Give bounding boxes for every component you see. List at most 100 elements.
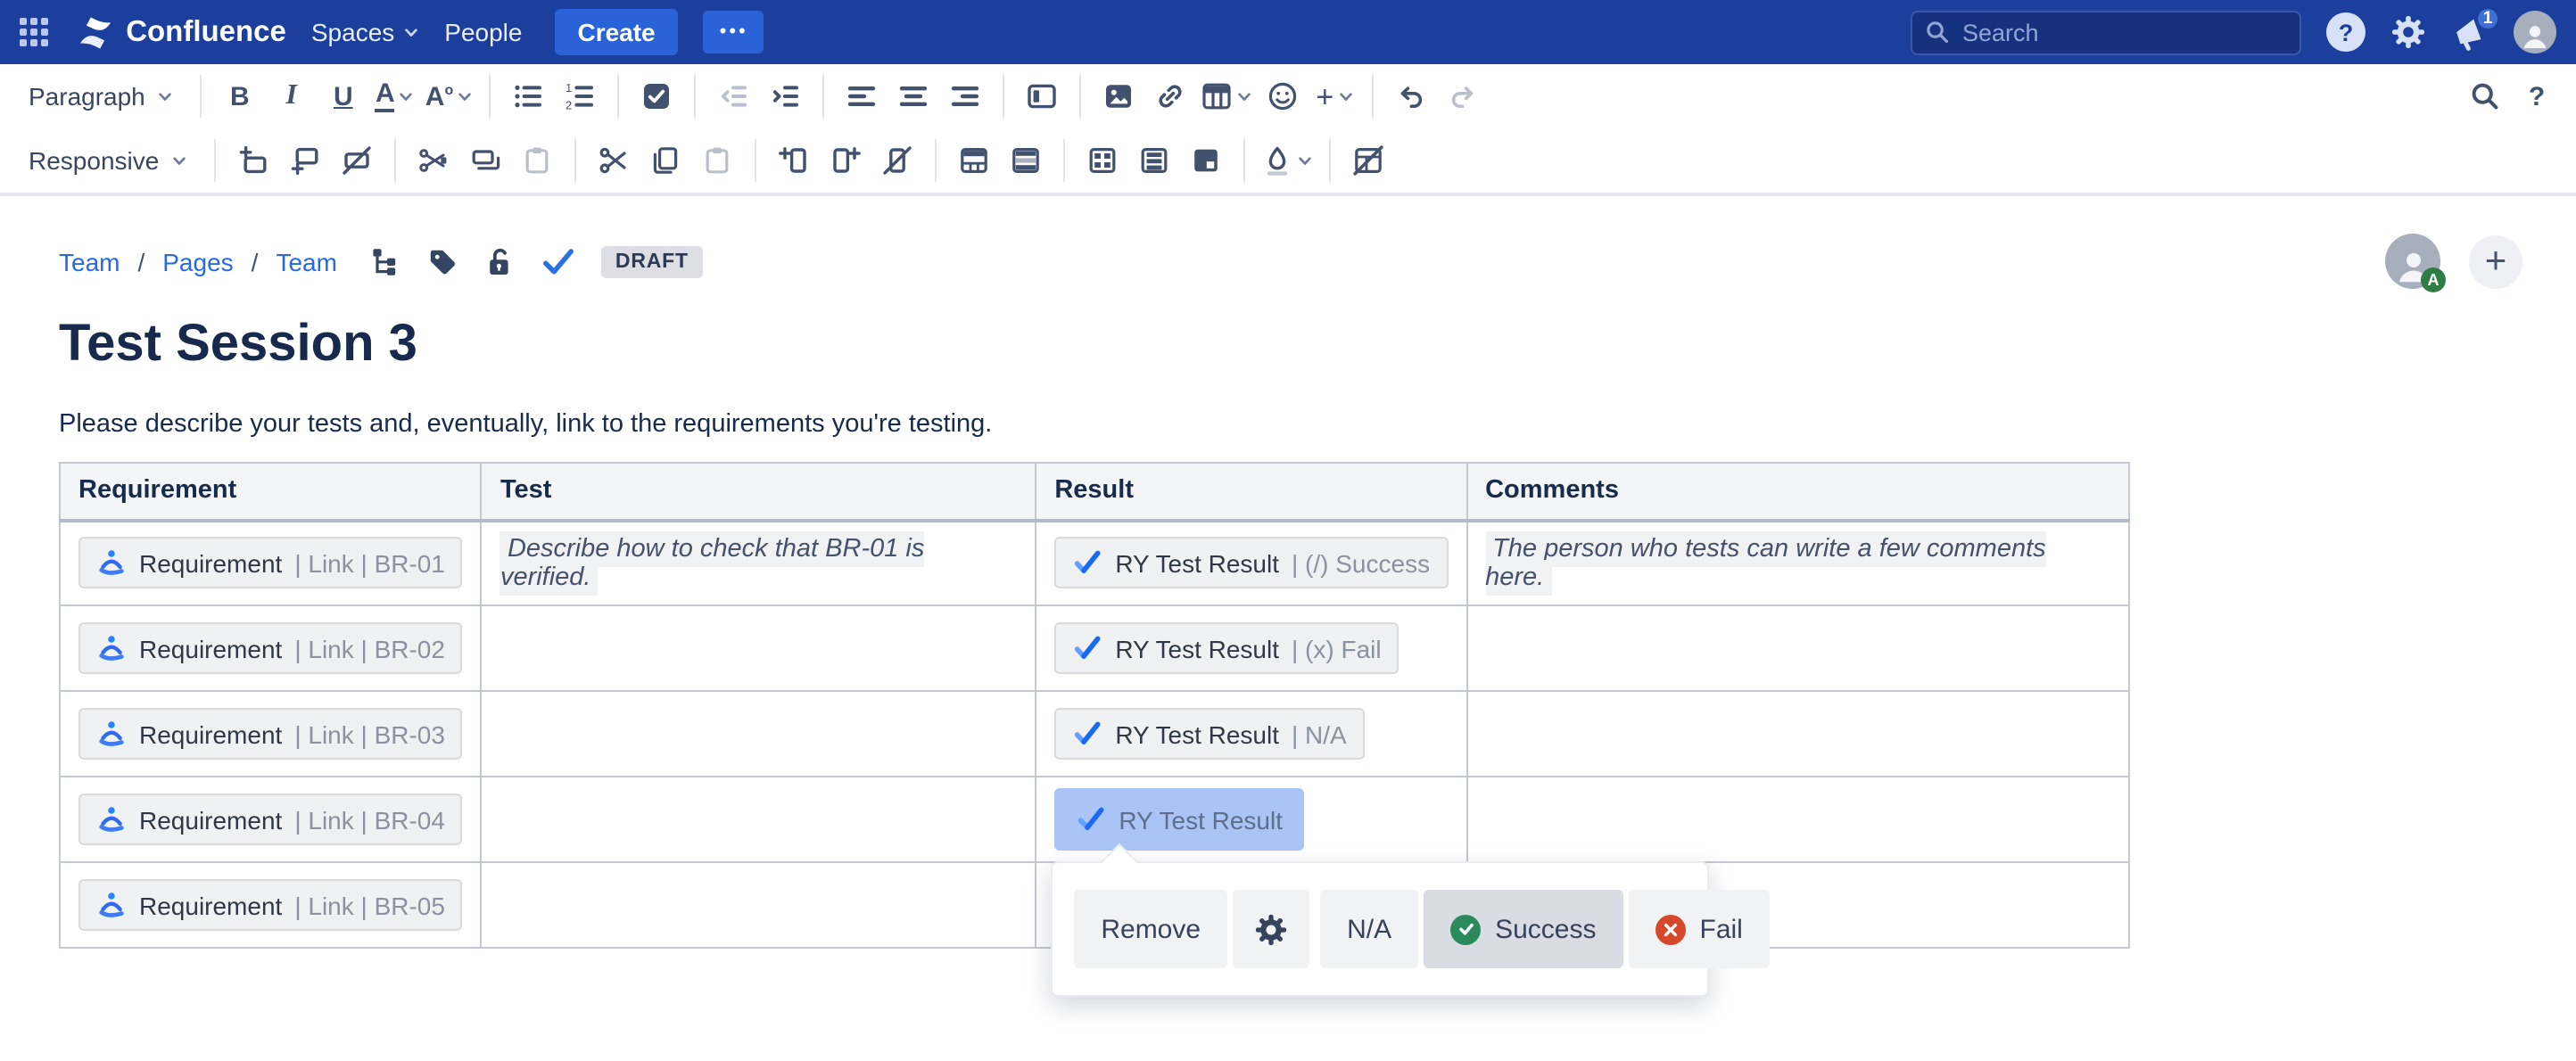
bullet-list-icon[interactable] — [503, 73, 553, 119]
test-placeholder-text[interactable]: Describe how to check that BR-01 is veri… — [500, 531, 924, 596]
add-row-above-icon[interactable] — [228, 137, 278, 184]
test-cell[interactable] — [482, 777, 1036, 862]
cell-options-icon[interactable] — [1181, 137, 1231, 184]
requirement-cell[interactable]: Requirement| Link | BR-02 — [60, 605, 482, 691]
text-color-icon[interactable]: A — [370, 73, 420, 119]
comments-placeholder-text[interactable]: The person who tests can write a few com… — [1485, 531, 2046, 596]
page-title[interactable]: Test Session 3 — [59, 316, 2522, 374]
requirement-macro-chip[interactable]: Requirement| Link | BR-03 — [78, 708, 463, 760]
result-cell[interactable]: RY Test Result Remove N/A Success Fail — [1036, 777, 1466, 862]
column-header-comments[interactable]: Comments — [1466, 463, 2129, 520]
requirement-cell[interactable]: Requirement| Link | BR-04 — [60, 777, 482, 862]
page-tree-icon[interactable] — [369, 245, 401, 277]
confluence-home-link[interactable]: Confluence — [76, 13, 286, 51]
remove-table-icon[interactable] — [1343, 137, 1393, 184]
test-cell[interactable] — [482, 691, 1036, 777]
numbered-list-icon[interactable]: 12 — [555, 73, 605, 119]
result-success-button[interactable]: Success — [1424, 890, 1622, 968]
nav-spaces[interactable]: Spaces — [311, 18, 419, 46]
requirement-macro-chip[interactable]: Requirement| Link | BR-05 — [78, 879, 463, 931]
add-row-below-icon[interactable] — [280, 137, 330, 184]
more-actions-button[interactable]: ••• — [704, 11, 764, 53]
bold-icon[interactable]: B — [215, 73, 265, 119]
requirement-macro-chip[interactable]: Requirement| Link | BR-01 — [78, 538, 463, 589]
requirement-macro-chip[interactable]: Requirement| Link | BR-04 — [78, 794, 463, 845]
insert-icon[interactable]: + — [1309, 73, 1359, 119]
approval-check-icon[interactable] — [541, 243, 576, 279]
indent-icon[interactable] — [760, 73, 810, 119]
settings-gear-icon[interactable] — [2390, 14, 2426, 50]
image-icon[interactable] — [1094, 73, 1144, 119]
cut-icon[interactable] — [589, 137, 639, 184]
column-header-result[interactable]: Result — [1036, 463, 1466, 520]
test-cell[interactable] — [482, 605, 1036, 691]
result-fail-button[interactable]: Fail — [1629, 890, 1770, 968]
search-input[interactable] — [1911, 10, 2301, 54]
comments-cell[interactable] — [1466, 777, 2129, 862]
result-cell[interactable]: RY Test Result| (x) Fail — [1036, 605, 1466, 691]
result-cell[interactable]: RY Test Result| N/A — [1036, 691, 1466, 777]
result-macro-chip[interactable]: RY Test Result — [1054, 788, 1304, 851]
layout-icon[interactable] — [1017, 73, 1067, 119]
link-icon[interactable] — [1145, 73, 1195, 119]
header-row-icon[interactable] — [949, 137, 999, 184]
nav-people[interactable]: People — [444, 18, 522, 46]
breadcrumb-link-parent[interactable]: Team — [276, 247, 336, 276]
create-button[interactable]: Create — [554, 9, 678, 55]
labels-icon[interactable] — [426, 245, 458, 277]
cut-row-icon[interactable] — [409, 137, 458, 184]
result-macro-chip[interactable]: RY Test Result| N/A — [1054, 708, 1364, 760]
emoji-icon[interactable] — [1258, 73, 1308, 119]
requirement-cell[interactable]: Requirement| Link | BR-01 — [60, 520, 482, 605]
app-switcher-icon[interactable] — [20, 18, 47, 45]
align-right-icon[interactable] — [940, 73, 990, 119]
comments-cell[interactable] — [1466, 691, 2129, 777]
underline-icon[interactable]: U — [318, 73, 368, 119]
macro-settings-button[interactable] — [1233, 890, 1309, 968]
italic-icon[interactable]: I — [267, 73, 317, 119]
add-column-left-icon[interactable] — [769, 137, 819, 184]
requirement-cell[interactable]: Requirement| Link | BR-05 — [60, 862, 482, 948]
comments-cell[interactable] — [1466, 605, 2129, 691]
task-list-icon[interactable] — [632, 73, 681, 119]
result-macro-chip[interactable]: RY Test Result| (x) Fail — [1054, 622, 1399, 674]
copy-icon[interactable] — [640, 137, 690, 184]
align-center-icon[interactable] — [888, 73, 938, 119]
remove-macro-button[interactable]: Remove — [1074, 890, 1227, 968]
header-column-icon[interactable] — [1001, 137, 1051, 184]
table-layout-select[interactable]: Responsive — [14, 139, 202, 182]
merge-cells-icon[interactable] — [1077, 137, 1127, 184]
result-cell[interactable]: RY Test Result| (/) Success — [1036, 520, 1466, 605]
breadcrumb-link-pages[interactable]: Pages — [162, 247, 233, 276]
breadcrumb-link-space[interactable]: Team — [59, 247, 120, 276]
column-header-requirement[interactable]: Requirement — [60, 463, 482, 520]
requirement-macro-chip[interactable]: Requirement| Link | BR-02 — [78, 622, 463, 674]
test-cell[interactable]: Describe how to check that BR-01 is veri… — [482, 520, 1036, 605]
split-cells-icon[interactable] — [1129, 137, 1179, 184]
table-icon[interactable] — [1197, 73, 1256, 119]
undo-icon[interactable] — [1386, 73, 1436, 119]
test-cell[interactable] — [482, 862, 1036, 948]
unlocked-icon[interactable] — [483, 245, 516, 277]
user-avatar[interactable] — [2514, 11, 2556, 53]
comments-cell[interactable]: The person who tests can write a few com… — [1466, 520, 2129, 605]
editor-help-icon[interactable]: ? — [2512, 73, 2562, 119]
author-avatar[interactable]: A — [2385, 234, 2440, 289]
align-left-icon[interactable] — [837, 73, 887, 119]
delete-column-icon[interactable] — [872, 137, 922, 184]
cell-color-icon[interactable] — [1258, 137, 1317, 184]
requirement-cell[interactable]: Requirement| Link | BR-03 — [60, 691, 482, 777]
help-icon[interactable]: ? — [2326, 12, 2365, 52]
more-formatting-icon[interactable]: Ao — [422, 73, 476, 119]
find-icon[interactable] — [2460, 73, 2510, 119]
announcement-icon[interactable]: 1 — [2451, 13, 2489, 51]
add-collaborator-button[interactable]: + — [2469, 234, 2522, 288]
add-column-right-icon[interactable] — [821, 137, 871, 184]
copy-row-icon[interactable] — [460, 137, 510, 184]
intro-paragraph[interactable]: Please describe your tests and, eventual… — [59, 410, 2522, 439]
result-na-button[interactable]: N/A — [1320, 890, 1418, 968]
delete-row-icon[interactable] — [332, 137, 382, 184]
column-header-test[interactable]: Test — [482, 463, 1036, 520]
result-macro-chip[interactable]: RY Test Result| (/) Success — [1054, 538, 1448, 589]
block-style-select[interactable]: Paragraph — [14, 75, 188, 118]
